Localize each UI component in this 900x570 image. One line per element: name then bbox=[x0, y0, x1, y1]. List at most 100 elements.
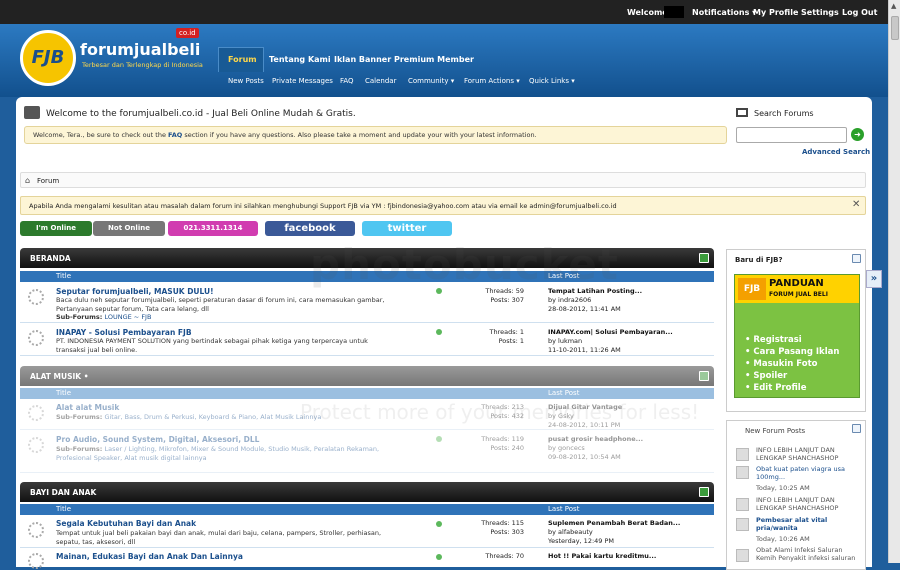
not-online-button[interactable]: Not Online bbox=[93, 221, 165, 236]
new-post-title[interactable]: INFO LEBIH LANJUT DAN LENGKAP SHANCHASHO… bbox=[756, 446, 860, 462]
tab-forum[interactable]: Forum bbox=[228, 55, 257, 64]
phone-button[interactable]: 021.3311.1314 bbox=[168, 221, 258, 236]
lastpost-by[interactable]: by alfabeauty bbox=[548, 528, 680, 537]
lastpost-by[interactable]: by goncecs bbox=[548, 444, 643, 453]
collapse-icon[interactable] bbox=[852, 254, 861, 263]
facebook-button[interactable]: facebook bbox=[265, 221, 355, 236]
sidebar-title: New Forum Posts bbox=[745, 427, 806, 435]
home-icon[interactable]: ⌂ bbox=[25, 176, 30, 185]
new-post-date: Today, 10:26 AM bbox=[756, 535, 810, 543]
im-online-button[interactable]: I'm Online bbox=[20, 221, 92, 236]
username-link[interactable] bbox=[664, 6, 684, 18]
section-title: BAYI DAN ANAK bbox=[30, 488, 97, 497]
posts-count: Posts: 240 bbox=[490, 444, 524, 452]
lastpost-date: 11-10-2011, 11:26 AM bbox=[548, 346, 621, 354]
banner-item: • Registrasi bbox=[745, 335, 802, 345]
forum-title[interactable]: Pro Audio, Sound System, Digital, Akseso… bbox=[56, 435, 259, 444]
forum-title[interactable]: Alat alat Musik bbox=[56, 403, 119, 412]
threads-count: Threads: 1 bbox=[489, 328, 524, 336]
scroll-thumb[interactable] bbox=[891, 16, 899, 40]
my-profile-link[interactable]: My Profile bbox=[753, 8, 798, 17]
lastpost-title[interactable]: Hot !! Pakai kartu kreditmu... bbox=[548, 552, 656, 561]
forum-title[interactable]: Segala Kebutuhan Bayi dan Anak bbox=[56, 519, 196, 528]
notifications-menu[interactable]: Notifications ▾ bbox=[692, 8, 756, 17]
banner-item: • Masukin Foto bbox=[745, 359, 818, 369]
settings-link[interactable]: Settings bbox=[801, 8, 839, 17]
avatar[interactable] bbox=[736, 549, 749, 562]
section-title: ALAT MUSIK • bbox=[30, 372, 89, 381]
new-post-title[interactable]: Pembesar alat vital pria/wanita bbox=[756, 516, 860, 532]
section-header-bayi-dan-anak[interactable]: BAYI DAN ANAK bbox=[20, 482, 714, 502]
notice-text-2: section if you have any questions. Also … bbox=[182, 131, 537, 139]
banner-item: • Spoiler bbox=[745, 371, 788, 381]
forum-status-icon bbox=[28, 330, 44, 346]
new-post-title[interactable]: Obat Alami Infeksi Saluran Kemih Penyaki… bbox=[756, 546, 860, 562]
search-go-button[interactable]: ➜ bbox=[851, 128, 864, 141]
sidebar-title: Baru di FJB? bbox=[735, 256, 783, 264]
threads-count: Threads: 119 bbox=[481, 435, 524, 443]
posts-count: Posts: 307 bbox=[490, 296, 524, 304]
subnav-community[interactable]: Community ▾ bbox=[408, 77, 454, 85]
expand-sidebar-icon[interactable]: » bbox=[866, 270, 882, 288]
banner-title: PANDUAN bbox=[769, 278, 824, 289]
brand-tld-badge: co.id bbox=[176, 28, 199, 38]
new-post-title[interactable]: INFO LEBIH LANJUT DAN LENGKAP SHANCHASHO… bbox=[756, 496, 860, 512]
scroll-up-icon[interactable]: ▲ bbox=[891, 2, 896, 10]
site-logo[interactable]: FJB bbox=[20, 30, 76, 86]
breadcrumb-forum[interactable]: Forum bbox=[37, 177, 59, 185]
lastpost-title[interactable]: Suplemen Penambah Berat Badan... bbox=[548, 519, 680, 528]
faq-link[interactable]: FAQ bbox=[168, 131, 182, 139]
forum-row[interactable]: INAPAY - Solusi Pembayaran FJB PT. INDON… bbox=[20, 324, 714, 356]
forum-row[interactable]: Mainan, Edukasi Bayi dan Anak Dan Lainny… bbox=[20, 549, 714, 569]
subnav-forum-actions[interactable]: Forum Actions ▾ bbox=[464, 77, 520, 85]
forum-title[interactable]: Mainan, Edukasi Bayi dan Anak Dan Lainny… bbox=[56, 552, 243, 561]
subforum-link[interactable]: LOUNGE ~ FJB bbox=[104, 313, 151, 321]
tab-tentang-kami[interactable]: Tentang Kami bbox=[269, 55, 331, 64]
column-header: Title Last Post bbox=[20, 388, 714, 399]
collapse-icon[interactable] bbox=[699, 487, 709, 497]
lastpost-by[interactable]: by indra2606 bbox=[548, 296, 642, 305]
subnav-private-messages[interactable]: Private Messages bbox=[272, 77, 333, 85]
collapse-icon[interactable] bbox=[699, 253, 709, 263]
subforum-links[interactable]: Gitar, Bass, Drum & Perkusi, Keyboard & … bbox=[104, 413, 321, 421]
forum-row[interactable]: Pro Audio, Sound System, Digital, Akseso… bbox=[20, 431, 714, 473]
twitter-button[interactable]: twitter bbox=[362, 221, 452, 236]
watermark: photobucket bbox=[310, 240, 619, 289]
close-icon[interactable]: ✕ bbox=[852, 199, 860, 210]
subnav-calendar[interactable]: Calendar bbox=[365, 77, 396, 85]
tab-premium-member[interactable]: Premium Member bbox=[394, 55, 474, 64]
new-post-title[interactable]: Obat kuat paten viagra usa 100mg... bbox=[756, 465, 860, 481]
forum-title[interactable]: INAPAY - Solusi Pembayaran FJB bbox=[56, 328, 192, 337]
posts-count: Posts: 1 bbox=[498, 337, 524, 345]
forum-status-icon bbox=[28, 289, 44, 305]
advanced-search-link[interactable]: Advanced Search bbox=[802, 148, 870, 156]
brand-name[interactable]: forumjualbeli bbox=[80, 40, 200, 59]
lastpost-title[interactable]: INAPAY.com| Solusi Pembayaran... bbox=[548, 328, 673, 337]
avatar[interactable] bbox=[736, 448, 749, 461]
page-scrollbar[interactable]: ▲ bbox=[888, 0, 900, 563]
search-input[interactable] bbox=[736, 127, 847, 143]
avatar[interactable] bbox=[736, 466, 749, 479]
avatar[interactable] bbox=[736, 498, 749, 511]
lastpost-date: 28-08-2012, 11:41 AM bbox=[548, 305, 621, 313]
lastpost-title[interactable]: pusat grosir headphone... bbox=[548, 435, 643, 444]
subnav-faq[interactable]: FAQ bbox=[340, 77, 354, 85]
subnav-new-posts[interactable]: New Posts bbox=[228, 77, 264, 85]
collapse-icon[interactable] bbox=[699, 371, 709, 381]
collapse-icon[interactable] bbox=[852, 424, 861, 433]
section-header-alat-musik[interactable]: ALAT MUSIK • bbox=[20, 366, 714, 386]
col-title: Title bbox=[56, 272, 72, 280]
subforum-links[interactable]: Laser / Lighting, Mikrofon, Mixer & Soun… bbox=[56, 445, 379, 462]
welcome-notice: Welcome, Tera., be sure to check out the… bbox=[24, 126, 727, 144]
forum-row[interactable]: Seputar forumjualbeli, MASUK DULU! Baca … bbox=[20, 283, 714, 323]
forum-title[interactable]: Seputar forumjualbeli, MASUK DULU! bbox=[56, 287, 214, 296]
column-header: Title Last Post bbox=[20, 504, 714, 515]
logout-link[interactable]: Log Out bbox=[842, 8, 877, 17]
threads-count: Threads: 115 bbox=[481, 519, 524, 527]
avatar[interactable] bbox=[736, 518, 749, 531]
panduan-banner[interactable]: FJB PANDUAN FORUM JUAL BELI • Registrasi… bbox=[734, 274, 860, 398]
lastpost-by[interactable]: by lukman bbox=[548, 337, 673, 346]
tab-iklan-banner[interactable]: Iklan Banner bbox=[334, 55, 391, 64]
forum-row[interactable]: Segala Kebutuhan Bayi dan Anak Tempat un… bbox=[20, 516, 714, 548]
subnav-quick-links[interactable]: Quick Links ▾ bbox=[529, 77, 575, 85]
